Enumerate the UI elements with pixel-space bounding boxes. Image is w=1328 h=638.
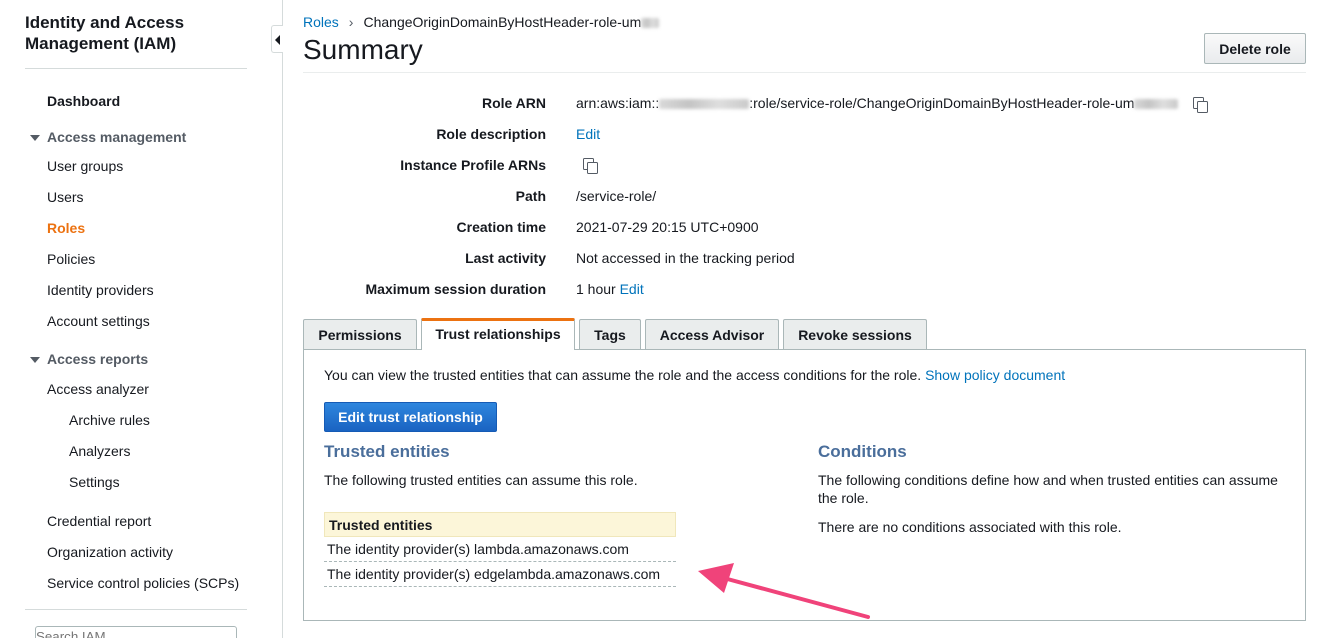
- sidebar-item-credential-report[interactable]: Credential report: [47, 513, 151, 529]
- breadcrumb-current: ChangeOriginDomainByHostHeader-role-um: [363, 14, 642, 30]
- sidebar-item-archive-rules[interactable]: Archive rules: [69, 412, 150, 428]
- conditions-none-text: There are no conditions associated with …: [818, 519, 1122, 535]
- table-row: The identity provider(s) edgelambda.amaz…: [324, 562, 676, 587]
- sidebar-item-identity-providers[interactable]: Identity providers: [47, 282, 154, 298]
- page-title: Summary: [303, 34, 423, 65]
- active-tab-connector: [422, 348, 574, 350]
- sidebar-item-scps[interactable]: Service control policies (SCPs): [47, 575, 239, 591]
- last-activity-label: Last activity: [465, 250, 546, 266]
- instance-profile-label: Instance Profile ARNs: [400, 157, 546, 173]
- copy-icon[interactable]: [582, 157, 598, 175]
- instance-profile-value: [582, 156, 598, 175]
- max-session-value: 1 hour Edit: [576, 281, 644, 297]
- trusted-entities-table: Trusted entities The identity provider(s…: [324, 512, 676, 587]
- caret-down-icon[interactable]: [30, 135, 40, 141]
- role-arn-path: :role/service-role/ChangeOriginDomainByH…: [749, 95, 1135, 111]
- sidebar-border: [282, 0, 283, 638]
- role-description-edit-link[interactable]: Edit: [576, 126, 600, 142]
- edit-trust-relationship-button[interactable]: Edit trust relationship: [324, 402, 497, 432]
- sidebar-item-user-groups[interactable]: User groups: [47, 158, 123, 174]
- max-session-duration: 1 hour: [576, 281, 616, 297]
- trusted-entities-description: The following trusted entities can assum…: [324, 472, 638, 488]
- breadcrumb: Roles › ChangeOriginDomainByHostHeader-rol…: [303, 14, 660, 30]
- caret-down-icon[interactable]: [30, 357, 40, 363]
- sidebar-item-roles[interactable]: Roles: [47, 220, 85, 236]
- collapse-sidebar-button[interactable]: [271, 25, 283, 53]
- breadcrumb-roles-link[interactable]: Roles: [303, 14, 339, 30]
- sidebar-item-settings[interactable]: Settings: [69, 474, 120, 490]
- last-activity-value: Not accessed in the tracking period: [576, 250, 795, 266]
- table-row: The identity provider(s) lambda.amazonaw…: [324, 537, 676, 562]
- show-policy-document-link[interactable]: Show policy document: [925, 367, 1065, 383]
- conditions-description: The following conditions define how and …: [818, 472, 1278, 506]
- sidebar-item-analyzers[interactable]: Analyzers: [69, 443, 130, 459]
- sidebar-item-account-settings[interactable]: Account settings: [47, 313, 150, 329]
- delete-role-button[interactable]: Delete role: [1204, 33, 1306, 64]
- role-arn-prefix: arn:aws:iam::: [576, 95, 660, 111]
- creation-time-label: Creation time: [456, 219, 546, 235]
- max-session-label: Maximum session duration: [365, 281, 546, 297]
- sidebar-divider: [25, 68, 247, 69]
- sidebar-item-access-analyzer[interactable]: Access analyzer: [47, 381, 149, 397]
- annotation-arrow-icon: [698, 563, 870, 619]
- sidebar-item-dashboard[interactable]: Dashboard: [47, 93, 120, 109]
- conditions-heading: Conditions: [818, 442, 907, 461]
- role-description-label: Role description: [436, 126, 546, 142]
- title-divider: [303, 72, 1306, 73]
- tab-tags[interactable]: Tags: [579, 319, 641, 350]
- sidebar-section-access-management[interactable]: Access management: [47, 129, 186, 145]
- max-session-edit-link[interactable]: Edit: [620, 281, 644, 297]
- chevron-right-icon: ›: [348, 14, 354, 30]
- sidebar-search-input[interactable]: [35, 626, 237, 638]
- redacted-text: [1134, 99, 1179, 110]
- redacted-text: [659, 99, 750, 110]
- creation-time-value: 2021-07-29 20:15 UTC+0900: [576, 219, 759, 235]
- sidebar-item-policies[interactable]: Policies: [47, 251, 95, 267]
- table-header: Trusted entities: [324, 512, 676, 537]
- role-arn-value: arn:aws:iam:::role/service-role/ChangeOr…: [576, 95, 1209, 114]
- sidebar-section-access-reports[interactable]: Access reports: [47, 351, 148, 367]
- path-value: /service-role/: [576, 188, 657, 204]
- trust-intro: You can view the trusted entities that c…: [324, 367, 1065, 383]
- sidebar-item-organization-activity[interactable]: Organization activity: [47, 544, 173, 560]
- trust-intro-text: You can view the trusted entities that c…: [324, 367, 922, 383]
- role-arn-label: Role ARN: [481, 95, 546, 111]
- tab-trust-relationships[interactable]: Trust relationships: [421, 318, 575, 350]
- tab-permissions[interactable]: Permissions: [303, 319, 417, 350]
- trusted-entities-heading: Trusted entities: [324, 442, 450, 461]
- tab-revoke-sessions[interactable]: Revoke sessions: [783, 319, 927, 350]
- copy-icon[interactable]: [1192, 96, 1209, 114]
- sidebar-divider: [25, 609, 247, 610]
- redacted-text: [641, 18, 660, 29]
- sidebar-title: Identity and Access Management (IAM): [25, 13, 185, 53]
- tab-access-advisor[interactable]: Access Advisor: [645, 319, 779, 350]
- path-label: Path: [515, 188, 546, 204]
- sidebar: Identity and Access Management (IAM) Das…: [0, 0, 270, 638]
- sidebar-item-users[interactable]: Users: [47, 189, 84, 205]
